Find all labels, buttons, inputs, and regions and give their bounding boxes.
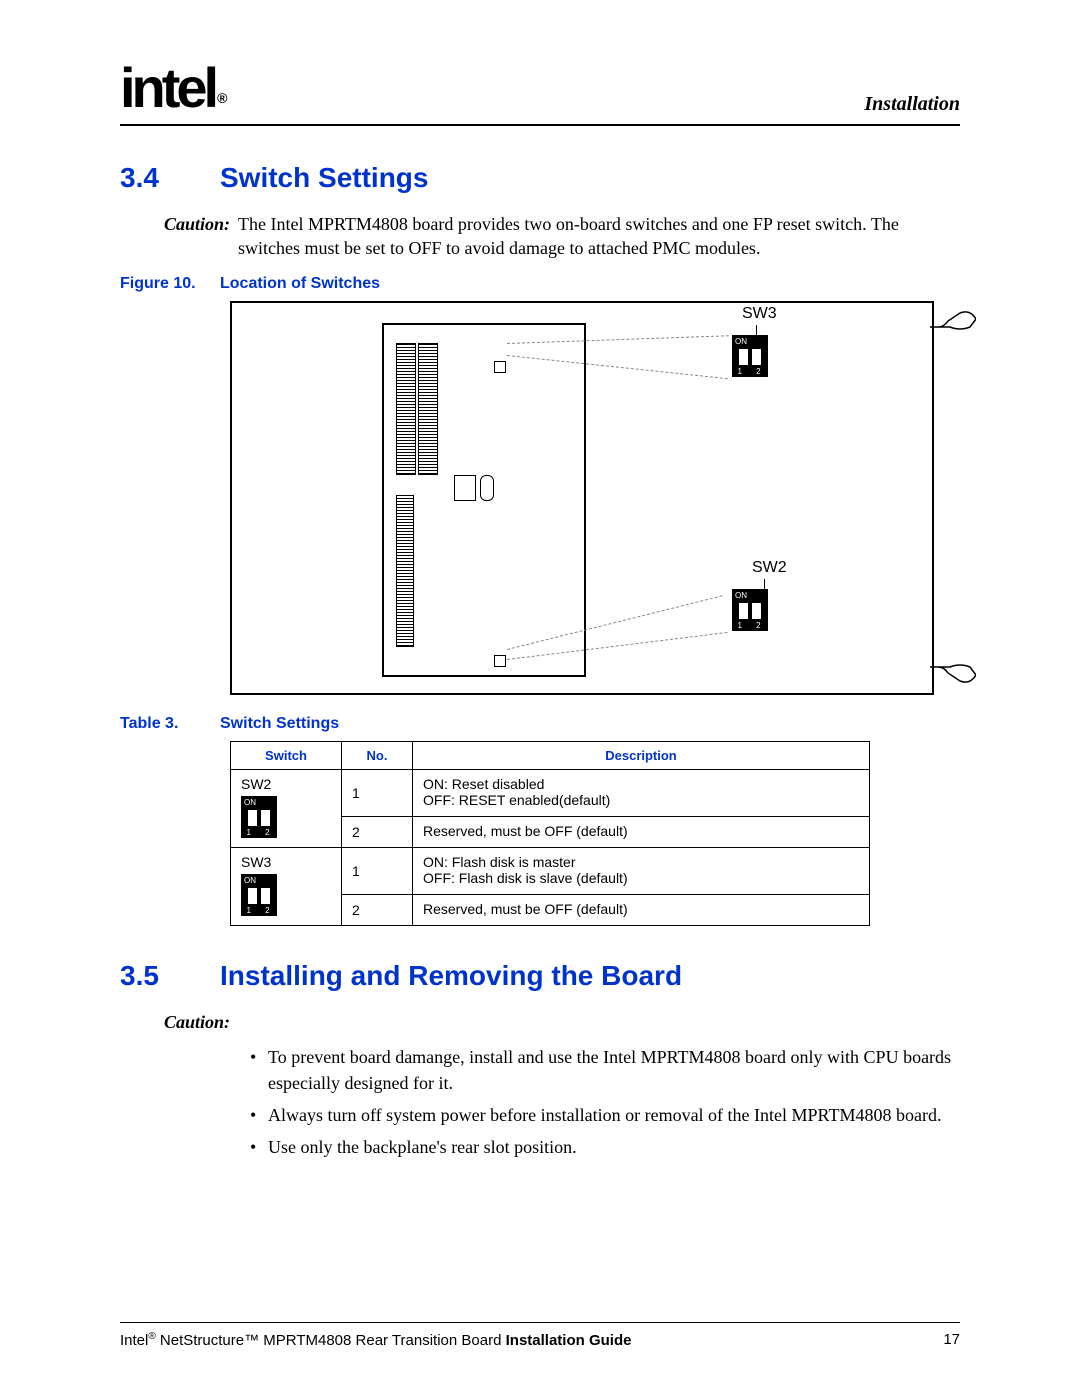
registered-mark: ® (148, 1331, 155, 1342)
page: intel® Installation 3.4Switch Settings C… (0, 0, 1080, 1397)
dip-slider-1 (248, 888, 257, 904)
caution-body (238, 1010, 960, 1034)
table-3-caption: Table 3.Switch Settings (120, 715, 960, 733)
logo-text: intel (120, 56, 215, 119)
leader-line (764, 579, 767, 589)
connector-strip (396, 495, 414, 647)
section-3-5-heading: 3.5Installing and Removing the Board (120, 960, 960, 992)
cell-no: 1 (342, 769, 413, 816)
sw2-label: SW2 (752, 559, 787, 577)
dip-numbers: 1 2 (732, 367, 768, 376)
caution-label: Caution: (120, 1010, 238, 1034)
table-title: Switch Settings (220, 715, 339, 732)
figure-10-caption: Figure 10.Location of Switches (120, 275, 960, 293)
page-footer: Intel® NetStructure™ MPRTM4808 Rear Tran… (120, 1322, 960, 1349)
dip-on-label: ON (244, 798, 256, 807)
footer-bold: Installation Guide (506, 1332, 632, 1349)
cell-desc: Reserved, must be OFF (default) (413, 817, 870, 848)
desc-line: ON: Reset disabled (423, 776, 544, 792)
cell-desc: ON: Reset disabled OFF: RESET enabled(de… (413, 769, 870, 816)
board-outline (382, 323, 586, 677)
chapter-name: Installation (864, 93, 960, 116)
cell-no: 1 (342, 847, 413, 894)
section-title: Switch Settings (220, 162, 428, 193)
section-number: 3.4 (120, 162, 220, 194)
dip-slider-1 (739, 349, 748, 365)
dip-slider-2 (752, 603, 761, 619)
cell-no: 2 (342, 895, 413, 926)
section-3-4-heading: 3.4Switch Settings (120, 162, 960, 194)
section-number: 3.5 (120, 960, 220, 992)
table-number: Table 3. (120, 715, 220, 733)
table-header-row: Switch No. Description (231, 741, 870, 769)
desc-line: OFF: RESET enabled(default) (423, 792, 610, 808)
registered-mark: ® (217, 90, 223, 106)
table-row: SW2 ON 1 2 1 ON: Reset disabled OFF: RES… (231, 769, 870, 816)
bullet-item: Always turn off system power before inst… (250, 1102, 960, 1128)
figure-number: Figure 10. (120, 275, 220, 293)
dip-switch-icon: ON 1 2 (732, 589, 768, 631)
caution-text: The Intel MPRTM4808 board provides two o… (238, 212, 960, 261)
header-rule (120, 124, 960, 126)
intel-logo: intel® (120, 60, 221, 116)
col-no: No. (342, 741, 413, 769)
switch-sw2-location (494, 655, 506, 667)
dip-slider-2 (261, 810, 270, 826)
footer-mid: NetStructure™ MPRTM4808 Rear Transition … (156, 1332, 506, 1349)
dip-on-label: ON (735, 591, 747, 600)
page-header: intel® Installation (120, 60, 960, 116)
desc-line: ON: Flash disk is master (423, 854, 575, 870)
cell-switch: SW3 ON 1 2 (231, 847, 342, 925)
col-switch: Switch (231, 741, 342, 769)
dip-switch-icon: ON 1 2 (732, 335, 768, 377)
dip-numbers: 1 2 (241, 828, 277, 837)
caution-3-4: Caution: The Intel MPRTM4808 board provi… (120, 212, 960, 261)
dip-slider-2 (261, 888, 270, 904)
chip-icon (454, 475, 476, 501)
dip-numbers: 1 2 (241, 906, 277, 915)
switch-settings-table: Switch No. Description SW2 ON 1 2 1 ON: … (230, 741, 870, 926)
switch-name: SW3 (241, 854, 271, 870)
caution-3-5: Caution: (120, 1010, 960, 1034)
desc-line: OFF: Flash disk is slave (default) (423, 870, 628, 886)
chip-icon (480, 475, 494, 501)
dip-slider-1 (739, 603, 748, 619)
dip-switch-icon: ON 1 2 (241, 796, 277, 838)
dip-on-label: ON (735, 337, 747, 346)
switch-name: SW2 (241, 776, 271, 792)
bullet-item: To prevent board damange, install and us… (250, 1044, 960, 1096)
dip-numbers: 1 2 (732, 621, 768, 630)
connector-strip (396, 343, 416, 475)
sw3-label: SW3 (742, 305, 777, 323)
section-title: Installing and Removing the Board (220, 960, 682, 991)
footer-title: Intel® NetStructure™ MPRTM4808 Rear Tran… (120, 1331, 631, 1349)
cell-desc: ON: Flash disk is master OFF: Flash disk… (413, 847, 870, 894)
ejector-handle-icon (930, 309, 976, 331)
leader-line (756, 325, 759, 335)
col-description: Description (413, 741, 870, 769)
caution-label: Caution: (120, 212, 238, 261)
connector-strip (418, 343, 438, 475)
table-row: SW3 ON 1 2 1 ON: Flash disk is master OF… (231, 847, 870, 894)
bullet-item: Use only the backplane's rear slot posit… (250, 1134, 960, 1160)
caution-bullets: To prevent board damange, install and us… (250, 1044, 960, 1160)
page-number: 17 (943, 1331, 960, 1349)
dip-on-label: ON (244, 876, 256, 885)
cell-switch: SW2 ON 1 2 (231, 769, 342, 847)
dip-switch-icon: ON 1 2 (241, 874, 277, 916)
dip-slider-2 (752, 349, 761, 365)
figure-10-diagram: SW3 ON 1 2 SW2 ON 1 2 (230, 301, 934, 695)
cell-no: 2 (342, 817, 413, 848)
cell-desc: Reserved, must be OFF (default) (413, 895, 870, 926)
dip-slider-1 (248, 810, 257, 826)
figure-title: Location of Switches (220, 275, 380, 292)
ejector-handle-icon (930, 663, 976, 685)
switch-sw3-location (494, 361, 506, 373)
footer-prefix: Intel (120, 1332, 148, 1349)
